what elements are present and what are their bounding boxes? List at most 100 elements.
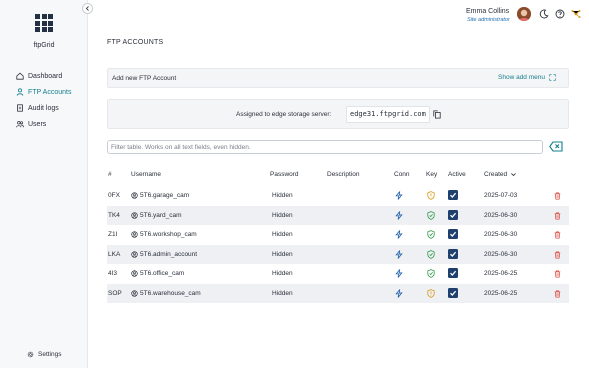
password-value[interactable]: Hidden [272,212,293,219]
table-row[interactable]: 4I3 5T6.office_cam Hidden 2025-06-25 [107,264,569,284]
created-date: 2025-06-30 [484,211,518,219]
column-username[interactable]: Username [131,171,161,178]
username-value: 5T6.warehouse_cam [140,289,201,297]
connection-bolt-icon[interactable] [395,269,403,280]
network-icon[interactable] [571,9,581,19]
sidebar-nav: Dashboard FTP Accounts Audit logs Users [16,68,71,132]
sidebar-item-label: Audit logs [28,104,59,112]
moon-icon[interactable] [539,9,549,19]
user-circle-icon [131,270,138,277]
document-icon [17,104,23,112]
active-checkbox[interactable] [448,268,458,278]
active-checkbox[interactable] [448,190,458,200]
clear-filter-icon[interactable] [549,141,563,152]
shield-check-icon[interactable] [427,249,435,261]
settings-label: Settings [38,351,62,358]
password-value[interactable]: Hidden [272,290,293,297]
avatar-image [517,7,531,21]
user-name: Emma Collins [466,8,510,15]
help-icon[interactable] [555,9,565,19]
row-id: 4I3 [108,270,118,277]
column-key[interactable]: Key [426,171,437,178]
column-description[interactable]: Description [327,171,360,178]
table-row[interactable]: 0FX 5T6.garage_cam Hidden 2025-07-03 [107,186,569,206]
add-account-label: Add new FTP Account [112,75,177,82]
username-cell: 5T6.office_cam [131,270,184,277]
sidebar-item-label: Dashboard [28,72,63,80]
user-circle-icon [131,192,138,199]
created-date: 2025-06-30 [484,250,518,258]
sidebar-item-ftp-accounts[interactable]: FTP Accounts [16,84,71,100]
connection-bolt-icon[interactable] [395,210,403,222]
connection-bolt-icon[interactable] [395,288,403,300]
password-value[interactable]: Hidden [272,251,293,258]
show-add-menu-button[interactable]: Show add menu [498,74,556,81]
username-value: 5T6.garage_cam [140,192,190,199]
column-created[interactable]: Created [484,171,517,178]
show-add-menu-label: Show add menu [498,74,545,81]
username-cell: 5T6.warehouse_cam [131,290,201,297]
active-checkbox[interactable] [448,248,458,259]
user-circle-icon [131,211,138,219]
page-title: FTP ACCOUNTS [107,39,164,46]
check-icon [450,212,457,218]
user-circle-icon [131,231,138,238]
sidebar: ftpGrid Dashboard FTP Accounts Audit log… [0,0,88,368]
sidebar-item-users[interactable]: Users [16,116,71,132]
shield-check-icon[interactable] [427,269,435,280]
row-id: 0FX [108,192,120,199]
delete-trash-icon[interactable] [554,270,561,280]
column-created-label: Created [484,171,508,178]
created-date: 2025-06-30 [484,231,518,238]
active-checkbox[interactable] [448,287,458,298]
collapse-sidebar-button[interactable] [82,3,93,14]
column-active[interactable]: Active [448,171,466,178]
shield-check-icon[interactable] [427,230,435,241]
active-checkbox[interactable] [448,229,458,239]
row-id: SOP [108,289,122,297]
row-id: Z1I [108,231,118,238]
chevron-down-icon [511,173,516,177]
column-password[interactable]: Password [270,171,299,178]
password-value[interactable]: Hidden [272,192,293,199]
connection-bolt-icon[interactable] [395,249,403,261]
sidebar-item-dashboard[interactable]: Dashboard [16,68,71,84]
shield-check-icon[interactable] [427,210,435,222]
check-icon [450,192,457,198]
delete-trash-icon[interactable] [554,251,561,261]
chevron-left-icon [85,6,89,11]
brand-name: ftpGrid [33,42,55,49]
group-icon [16,121,24,128]
delete-trash-icon[interactable] [554,212,561,222]
users-icon [16,88,24,96]
username-value: 5T6.yard_cam [140,211,182,219]
connection-bolt-icon[interactable] [395,230,403,241]
shield-warning-icon[interactable] [427,191,435,202]
delete-trash-icon[interactable] [554,231,561,241]
username-value: 5T6.admin_account [140,250,198,258]
avatar[interactable] [517,7,531,21]
delete-trash-icon[interactable] [554,290,561,300]
table-row[interactable]: Z1I 5T6.workshop_cam Hidden 2025-06-30 [107,225,569,245]
connection-bolt-icon[interactable] [395,191,403,202]
column-conn[interactable]: Conn [394,171,410,178]
shield-warning-icon[interactable] [427,288,435,300]
username-value: 5T6.office_cam [140,270,185,277]
sidebar-item-audit-logs[interactable]: Audit logs [16,100,71,116]
filter-input[interactable] [107,140,543,154]
table-row[interactable]: SOP 5T6.warehouse_cam Hidden 2025-06-25 [107,283,569,303]
active-checkbox[interactable] [448,209,458,220]
row-id: LKA [108,250,121,258]
server-value: edge31.ftpgrid.com [346,106,430,123]
table-row[interactable]: LKA 5T6.admin_account Hidden 2025-06-30 [107,244,569,264]
created-date: 2025-06-25 [484,289,518,297]
table-row[interactable]: TK4 5T6.yard_cam Hidden 2025-06-30 [107,205,569,225]
check-icon [450,290,457,296]
gear-icon [27,351,34,358]
copy-icon[interactable] [433,110,441,119]
sidebar-item-label: FTP Accounts [28,88,72,96]
delete-trash-icon[interactable] [554,192,561,202]
settings-link[interactable]: Settings [27,351,62,358]
password-value[interactable]: Hidden [272,270,293,277]
password-value[interactable]: Hidden [272,231,293,238]
